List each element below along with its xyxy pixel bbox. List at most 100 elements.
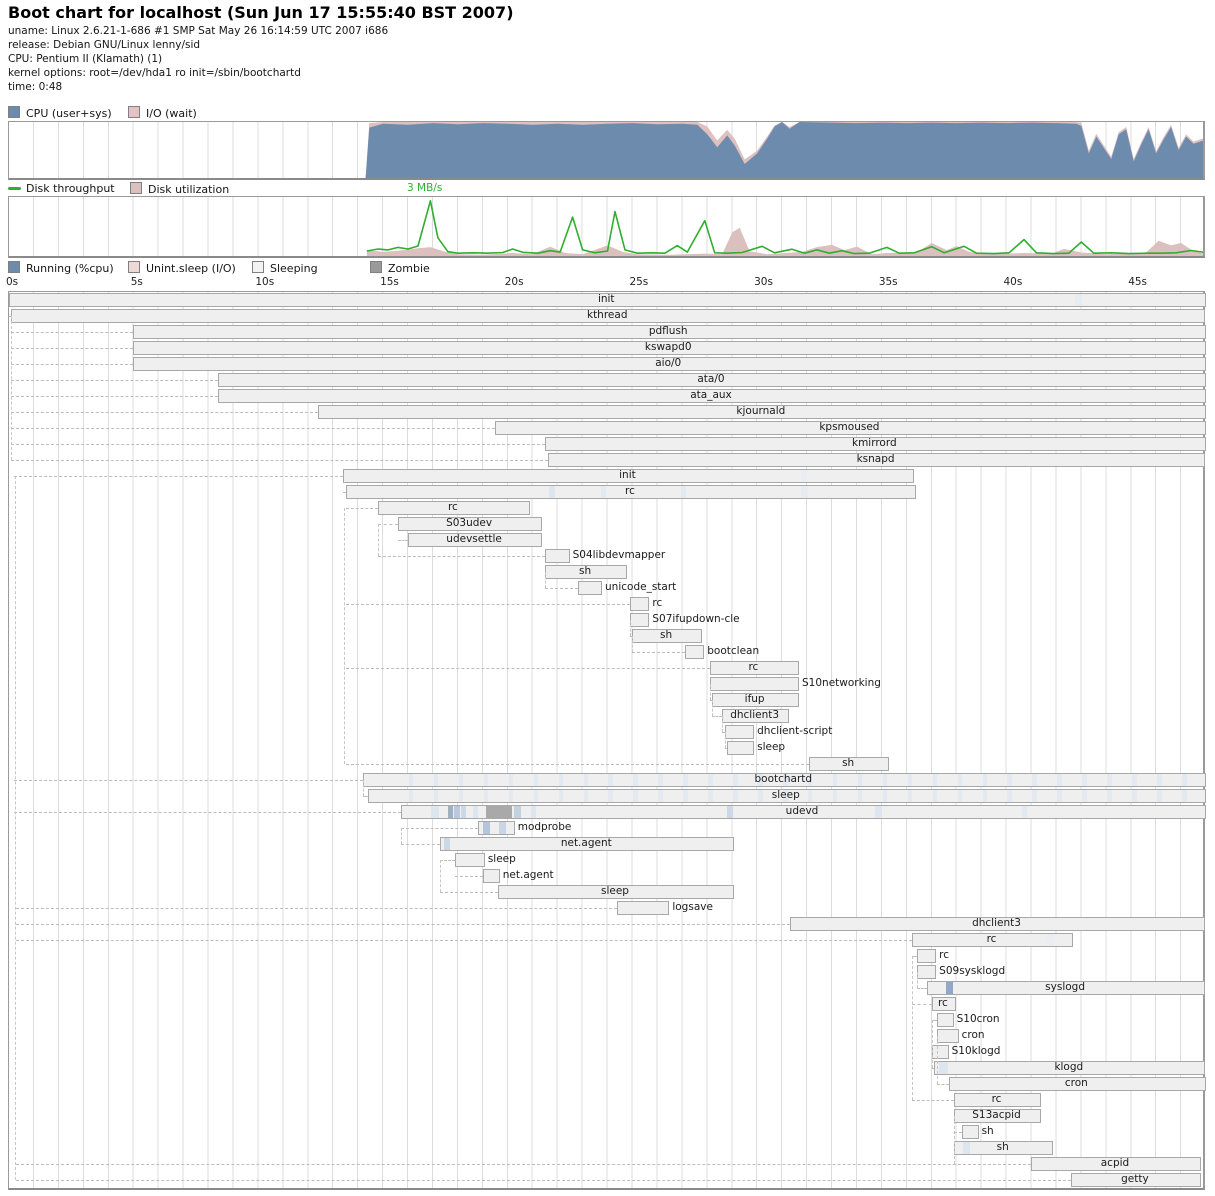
kernel-options-line: kernel options: root=/dev/hda1 ro init=/… <box>8 67 301 79</box>
parent-link-vline <box>937 1036 938 1084</box>
parent-link-line <box>632 652 684 653</box>
legend-item: I/O (wait) <box>128 106 197 120</box>
process-row: kthread <box>9 308 1203 324</box>
process-row: unicode_start <box>9 580 1203 596</box>
process-label: rc <box>912 933 1072 947</box>
parent-link-line <box>16 908 617 909</box>
process-label: bootclean <box>707 645 759 659</box>
parent-link-line <box>16 1180 1071 1181</box>
process-row: ifup <box>9 692 1203 708</box>
parent-link-line <box>398 540 408 541</box>
legend-label: Running (%cpu) <box>26 262 114 275</box>
process-label: kmirrord <box>545 437 1203 451</box>
process-row: rc <box>9 660 1203 676</box>
process-label: unicode_start <box>605 581 676 595</box>
process-row: dhclient3 <box>9 916 1203 932</box>
process-label: sleep <box>368 789 1203 803</box>
process-label: sh <box>545 565 625 579</box>
process-row: dhclient-script <box>9 724 1203 740</box>
process-label: dhclient3 <box>790 917 1204 931</box>
parent-link-line <box>455 876 482 877</box>
process-label: syslogd <box>927 981 1204 995</box>
color-swatch-icon <box>8 106 20 118</box>
parent-link-line <box>545 588 577 589</box>
axis-tick-label: 15s <box>380 276 399 288</box>
process-bar <box>630 613 649 627</box>
process-row: cron <box>9 1076 1203 1092</box>
parent-link-line <box>401 828 478 829</box>
process-label: dhclient3 <box>722 709 787 723</box>
process-label: udevd <box>401 805 1204 819</box>
color-swatch-icon <box>370 261 382 273</box>
disk-peak-label: 3 MB/s <box>407 182 442 194</box>
process-row: rc <box>9 596 1203 612</box>
process-label: dhclient-script <box>757 725 832 739</box>
process-row: pdflush <box>9 324 1203 340</box>
parent-link-vline <box>630 620 631 636</box>
axis-tick-label: 5s <box>131 276 143 288</box>
color-swatch-icon <box>128 106 140 118</box>
parent-link-line <box>346 508 378 509</box>
process-label: ifup <box>712 693 797 707</box>
parent-link-line <box>917 988 927 989</box>
legend-item: CPU (user+sys) <box>8 106 112 120</box>
process-label: rc <box>710 661 797 675</box>
process-label: rc <box>346 485 915 499</box>
parent-link-vline <box>15 476 16 1180</box>
process-bar <box>932 1045 949 1059</box>
process-label: ata_aux <box>218 389 1203 403</box>
time-axis: 0s5s10s15s20s25s30s35s40s45s <box>8 276 1205 290</box>
parent-link-line <box>346 668 710 669</box>
process-row: sleep <box>9 788 1203 804</box>
process-row: rc <box>9 500 1203 516</box>
legend-label: Disk utilization <box>148 183 229 196</box>
process-bar <box>545 549 569 563</box>
process-row: ata/0 <box>9 372 1203 388</box>
process-label: S10cron <box>957 1013 1000 1027</box>
parent-link-vline <box>440 860 441 892</box>
line-swatch-icon <box>8 187 21 190</box>
parent-link-vline <box>725 732 726 748</box>
process-state-legend: Running (%cpu)Unint.sleep (I/O)SleepingZ… <box>8 261 708 275</box>
process-row: ata_aux <box>9 388 1203 404</box>
process-row: sh <box>9 628 1203 644</box>
parent-link-line <box>11 428 495 429</box>
process-row: rc <box>9 1092 1203 1108</box>
parent-link-line <box>346 764 810 765</box>
process-row: aio/0 <box>9 356 1203 372</box>
process-label: bootchartd <box>363 773 1203 787</box>
process-row: dhclient3 <box>9 708 1203 724</box>
process-row: logsave <box>9 900 1203 916</box>
process-label: init <box>343 469 912 483</box>
process-label: rc <box>954 1093 1039 1107</box>
parent-link-vline <box>712 700 713 716</box>
process-label: kthread <box>11 309 1204 323</box>
process-label: ata/0 <box>218 373 1203 387</box>
process-row: kmirrord <box>9 436 1203 452</box>
legend-item: Disk utilization <box>130 182 229 196</box>
parent-link-line <box>11 460 548 461</box>
process-tree-chart: initkthreadpdflushkswapd0aio/0ata/0ata_a… <box>8 291 1205 1190</box>
process-label: S03udev <box>398 517 540 531</box>
process-bar <box>478 821 515 835</box>
process-row: S03udev <box>9 516 1203 532</box>
parent-link-line <box>346 604 630 605</box>
process-label: S10networking <box>802 677 881 691</box>
process-row: sh <box>9 1124 1203 1140</box>
process-label: acpid <box>1031 1157 1198 1171</box>
process-row: kjournald <box>9 404 1203 420</box>
parent-link-line <box>712 716 722 717</box>
process-bar <box>962 1125 979 1139</box>
process-label: kpsmoused <box>495 421 1203 435</box>
legend-label: Disk throughput <box>26 182 115 195</box>
process-bar <box>937 1013 954 1027</box>
color-swatch-icon <box>252 261 264 273</box>
process-row: klogd <box>9 1060 1203 1076</box>
axis-tick-label: 0s <box>6 276 18 288</box>
process-bar <box>727 741 754 755</box>
process-row: S07ifupdown-cle <box>9 612 1203 628</box>
legend-item: Sleeping <box>252 261 318 275</box>
parent-link-line <box>11 332 133 333</box>
process-bar <box>937 1029 959 1043</box>
process-label: sh <box>632 629 699 643</box>
